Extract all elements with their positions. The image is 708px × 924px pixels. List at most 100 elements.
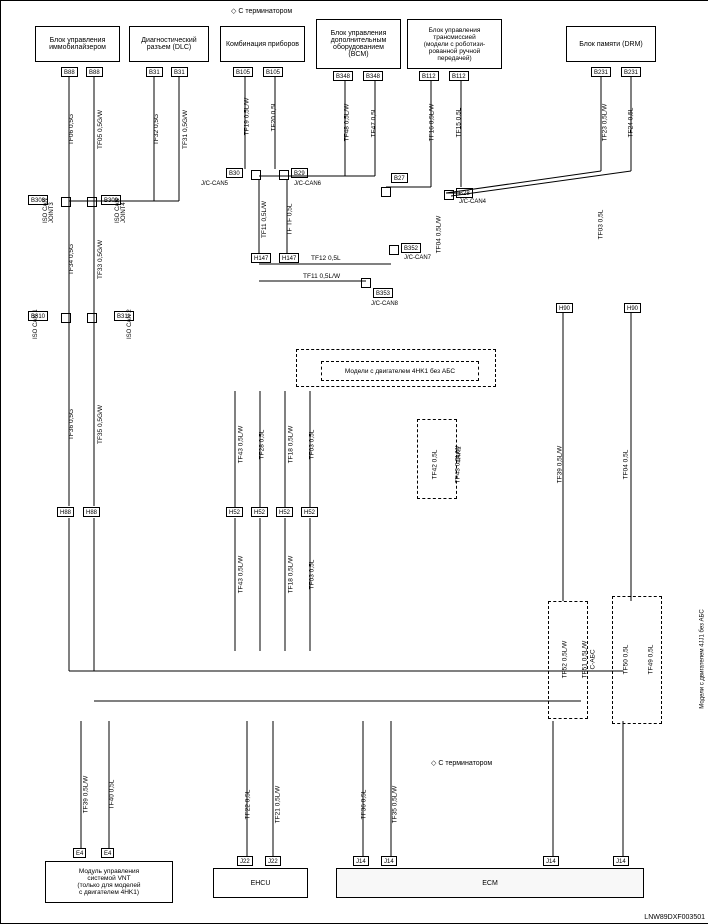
pin-b31-1: B31	[146, 67, 163, 77]
can4-label: J/C-CAN4	[459, 199, 486, 205]
pin-e4-1: E4	[73, 848, 86, 858]
w-tf15: TF15 0,5L	[455, 108, 462, 138]
w-tf43b: TF43 0,5L/W	[237, 556, 244, 594]
abs2-label: Модели с двигателем 4JJ1 без АБС	[700, 609, 706, 708]
w-tf36: TF36 0,5G	[68, 409, 75, 440]
pin-b112-2: B112	[449, 71, 469, 81]
pin-b231-2: B231	[621, 67, 641, 77]
w-tf33: TF33 0,5G/W	[97, 240, 104, 279]
pin-h52-4: H52	[301, 507, 318, 517]
can7-box	[389, 245, 399, 255]
w-tf28: TF28 0,5L	[258, 430, 265, 460]
can4-box2	[444, 190, 454, 200]
w-tf19: TF19 0,5L/W	[243, 98, 250, 136]
box-transmission: Блок управлениятрансмиссией(модели с роб…	[407, 19, 502, 69]
w-tf16: TF16 0,5L/W	[428, 104, 435, 142]
w-tf05: TF05 0,5G/W	[97, 110, 104, 149]
w-tf32: TF32 0,5G	[153, 114, 160, 145]
joint4-label: ISO CAN 2	[127, 309, 133, 339]
w-tf39: TF39 0,5L/W	[556, 446, 563, 484]
pin-b105-2: B105	[263, 67, 283, 77]
w-tf23: TF23 0,5L/W	[601, 104, 608, 142]
joint3-label: ISO CAN 1	[33, 309, 39, 339]
pin-e4-2: E4	[101, 848, 114, 858]
w-tf11: TF11 0,5L/W	[261, 201, 268, 238]
pin-b30: B30	[226, 168, 243, 178]
can7-label: J/C-CAN7	[404, 255, 431, 261]
w-tf03b: TF03 0,5L	[308, 430, 315, 460]
w-tf04b: TF04 0,5L	[622, 450, 629, 480]
w-tf49: TF49 0,5L	[647, 645, 654, 675]
pin-j22-2: J22	[265, 856, 281, 866]
pin-b112-1: B112	[419, 71, 439, 81]
pin-j14-3: J14	[543, 856, 559, 866]
pin-b27: B27	[391, 173, 408, 183]
box-vnt: Модуль управлениясистемой VNT(только для…	[45, 861, 173, 903]
w-tf03: TF03 0,5L	[597, 210, 604, 240]
pin-j14-1: J14	[353, 856, 369, 866]
w-tf22: TF22 0,5L	[244, 790, 251, 820]
cabs-label: С-АБС	[590, 649, 597, 669]
w-tf35: TF35 0,5G/W	[97, 405, 104, 444]
pin-h52-1: H52	[226, 507, 243, 517]
pin-b29: B29	[291, 168, 308, 178]
abs-outer-dashed	[296, 349, 496, 387]
w-tf51: TF51 0,5L/W	[581, 641, 588, 679]
can8-box	[361, 278, 371, 288]
w-tf18: TF18 0,5L/W	[287, 426, 294, 464]
box-ecm: ECM	[336, 868, 644, 898]
joint3-box	[61, 313, 71, 323]
box-dlc: Диагностическийразъем (DLC)	[129, 26, 209, 62]
joint4-box	[87, 313, 97, 323]
pin-h90-1: H90	[556, 303, 573, 313]
pin-b353: B353	[373, 288, 393, 298]
pin-h147-1: H147	[251, 253, 271, 263]
w-tf42: TF42 0,5L	[431, 450, 438, 480]
pin-j22-1: J22	[237, 856, 253, 866]
can5-label: J/C-CAN5	[201, 181, 228, 187]
w-tf03b2: TF03 0,5L	[308, 560, 315, 590]
w-tf47: TF47 0,5L	[370, 108, 377, 138]
w-tf11b: TF TF 0,5L	[287, 203, 294, 235]
box-immobilizer: Блок управленияиммобилайзером	[35, 26, 120, 62]
w-tf48: TF48 0,5L/W	[343, 104, 350, 142]
abs2-box	[612, 596, 662, 724]
pin-h147-2: H147	[279, 253, 299, 263]
joint2-box	[87, 197, 97, 207]
w-tf20: TF20 0,5L	[270, 102, 277, 132]
box-drm: Блок памяти (DRM)	[566, 26, 656, 62]
w-tf43c: TF43 0,5L/W	[454, 446, 461, 484]
pin-h52-3: H52	[276, 507, 293, 517]
joint1-label: ISO CANJOINT3	[43, 198, 55, 223]
box-cluster: Комбинация приборов	[220, 26, 305, 62]
can6-box	[279, 170, 289, 180]
pin-b231-1: B231	[591, 67, 611, 77]
pin-b105-1: B105	[233, 67, 253, 77]
pin-b348-2: B348	[363, 71, 383, 81]
pin-j14-4: J14	[613, 856, 629, 866]
can6-label: J/C-CAN6	[294, 181, 321, 187]
w-tf39b: TF39 0,5L/W	[82, 776, 89, 814]
w-tf40: TF40 0,5L	[108, 780, 115, 810]
w-tf31: TF31 0,5G/W	[182, 110, 189, 149]
w-tf43: TF43 0,5L/W	[237, 426, 244, 464]
box-bcm: Блок управлениядополнительнымоборудовани…	[316, 19, 401, 69]
pin-h88-2: H88	[83, 507, 100, 517]
w-tf34: TF34 0,5G	[68, 244, 75, 275]
w-tf12: TF12 0,5L	[311, 255, 341, 262]
w-tf04: TF04 0,5L/W	[435, 216, 442, 254]
pin-j14-2: J14	[381, 856, 397, 866]
joint2-label: ISO CANJOINT4	[115, 198, 127, 223]
top-note: ◇ С терминатором	[231, 7, 292, 15]
w-tf36b: TF36 0,5L	[360, 790, 367, 820]
pin-b28: B28	[456, 188, 473, 198]
pin-h90-2: H90	[624, 303, 641, 313]
pin-b31-2: B31	[171, 67, 188, 77]
pin-b352: B352	[401, 243, 421, 253]
bottom-note: ◇ С терминатором	[431, 759, 492, 767]
w-tf52: TF52 0,5L/W	[561, 641, 568, 679]
w-tf06: TF06 0,5G	[68, 114, 75, 145]
pin-h52-2: H52	[251, 507, 268, 517]
box-ehcu: EHCU	[213, 868, 308, 898]
wiring-diagram: ◇ С терминатором Блок управленияиммобила…	[0, 0, 708, 924]
